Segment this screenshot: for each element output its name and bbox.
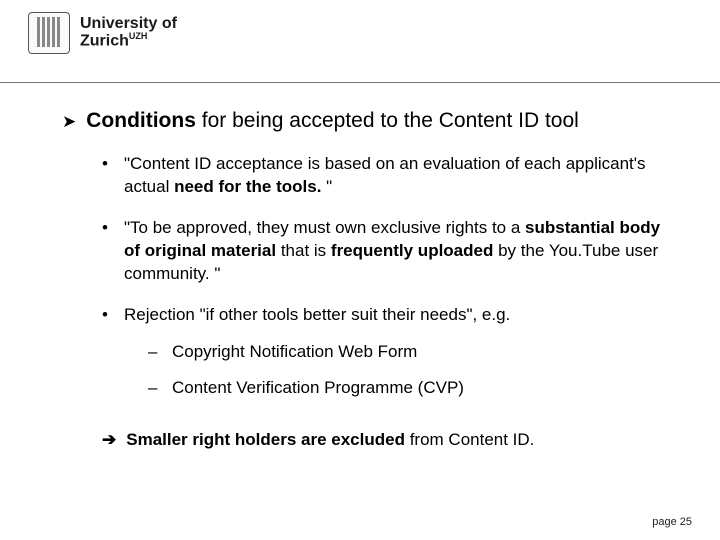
dash-icon: – — [148, 341, 158, 364]
bullet-dot-icon: • — [102, 217, 110, 286]
bullet-3-text: Rejection "if other tools better suit th… — [124, 304, 670, 405]
triangle-bullet-icon: ➤ — [62, 108, 76, 135]
header: University of ZurichUZH — [28, 12, 177, 54]
slide-content: ➤ Conditions for being accepted to the C… — [62, 108, 670, 450]
bullet-1: • "Content ID acceptance is based on an … — [102, 153, 670, 199]
main-bullet: ➤ Conditions for being accepted to the C… — [62, 108, 670, 135]
subbullet-b: – Content Verification Programme (CVP) — [148, 377, 670, 400]
sub-bullets: • "Content ID acceptance is based on an … — [102, 153, 670, 405]
bullet-dot-icon: • — [102, 153, 110, 199]
dash-icon: – — [148, 377, 158, 400]
uzh-superscript: UZH — [129, 31, 148, 41]
main-title-rest: for being accepted to the Content ID too… — [196, 109, 579, 132]
arrow-right-icon: ➔ — [102, 430, 116, 450]
arrow-text: Smaller right holders are excluded from … — [126, 430, 534, 450]
subbullet-a: – Copyright Notification Web Form — [148, 341, 670, 364]
main-title-bold: Conditions — [86, 109, 196, 132]
main-bullet-text: Conditions for being accepted to the Con… — [86, 108, 670, 135]
bullet-dot-icon: • — [102, 304, 110, 405]
university-line2: Zurich — [80, 33, 129, 50]
bullet-3: • Rejection "if other tools better suit … — [102, 304, 670, 405]
divider — [0, 82, 720, 83]
arrow-conclusion: ➔ Smaller right holders are excluded fro… — [102, 430, 670, 450]
bullet-2: • "To be approved, they must own exclusi… — [102, 217, 670, 286]
university-seal-icon — [28, 12, 70, 54]
bullet-2-text: "To be approved, they must own exclusive… — [124, 217, 670, 286]
page-number: page 25 — [652, 516, 692, 528]
bullet-1-text: "Content ID acceptance is based on an ev… — [124, 153, 670, 199]
university-line1: University of — [80, 15, 177, 32]
university-name: University of ZurichUZH — [80, 16, 177, 51]
